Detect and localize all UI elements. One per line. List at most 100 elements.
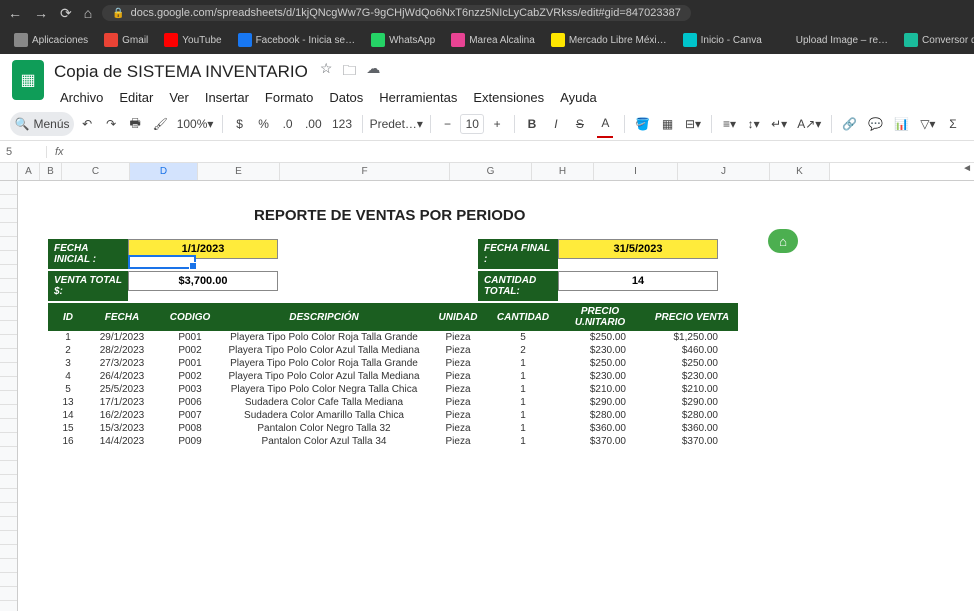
- bookmark-item[interactable]: YouTube: [158, 30, 227, 50]
- col-header-F[interactable]: F: [280, 163, 450, 180]
- val-fecha-final[interactable]: 31/5/2023: [558, 239, 718, 259]
- sheets-logo-icon[interactable]: ▦: [12, 60, 44, 100]
- url-bar[interactable]: 🔒 docs.google.com/spreadsheets/d/1kjQNcg…: [102, 5, 691, 21]
- row-header[interactable]: [0, 293, 17, 307]
- bold-icon[interactable]: B: [521, 112, 543, 136]
- col-header-D[interactable]: D: [130, 163, 198, 180]
- table-row[interactable]: 327/3/2023P001Playera Tipo Polo Color Ro…: [48, 357, 738, 370]
- format-123-icon[interactable]: 123: [328, 112, 356, 136]
- row-header[interactable]: [0, 405, 17, 419]
- row-header[interactable]: [0, 461, 17, 475]
- undo-icon[interactable]: ↶: [76, 112, 98, 136]
- menu-ayuda[interactable]: Ayuda: [554, 87, 603, 108]
- reload-icon[interactable]: ⟳: [60, 5, 72, 22]
- row-header[interactable]: [0, 377, 17, 391]
- halign-icon[interactable]: ≡▾: [718, 112, 740, 136]
- row-header[interactable]: [0, 489, 17, 503]
- bookmark-item[interactable]: Gmail: [98, 30, 154, 50]
- row-header[interactable]: [0, 391, 17, 405]
- col-header-G[interactable]: G: [450, 163, 532, 180]
- row-header[interactable]: [0, 447, 17, 461]
- col-header-I[interactable]: I: [594, 163, 678, 180]
- print-icon[interactable]: 🖶: [124, 112, 146, 136]
- menu-editar[interactable]: Editar: [113, 87, 159, 108]
- strike-icon[interactable]: S: [569, 112, 591, 136]
- table-row[interactable]: 1515/3/2023P008Pantalon Color Negro Tall…: [48, 422, 738, 435]
- table-row[interactable]: 525/5/2023P003Playera Tipo Polo Color Ne…: [48, 383, 738, 396]
- row-header[interactable]: [0, 363, 17, 377]
- dec-decrease-icon[interactable]: .0: [277, 112, 299, 136]
- row-header[interactable]: [0, 503, 17, 517]
- row-header[interactable]: [0, 181, 17, 195]
- table-row[interactable]: 1317/1/2023P006Sudadera Color Cafe Talla…: [48, 396, 738, 409]
- col-header-A[interactable]: A: [18, 163, 40, 180]
- row-header[interactable]: [0, 559, 17, 573]
- redo-icon[interactable]: ↷: [100, 112, 122, 136]
- row-header[interactable]: [0, 237, 17, 251]
- comment-icon[interactable]: 💬: [864, 112, 888, 136]
- row-header[interactable]: [0, 195, 17, 209]
- forward-icon[interactable]: →: [34, 5, 48, 22]
- font-dec-icon[interactable]: −: [436, 112, 458, 136]
- link-icon[interactable]: 🔗: [838, 112, 862, 136]
- row-header[interactable]: [0, 545, 17, 559]
- fill-color-icon[interactable]: 🪣: [631, 112, 655, 136]
- sigma-icon[interactable]: Σ: [942, 112, 964, 136]
- font-select[interactable]: Predet… ▾: [369, 112, 424, 136]
- back-icon[interactable]: ←: [8, 5, 22, 22]
- merge-icon[interactable]: ⊟▾: [681, 112, 706, 136]
- scroll-right-icon[interactable]: ◄: [962, 163, 972, 174]
- row-header[interactable]: [0, 209, 17, 223]
- valign-icon[interactable]: ↕▾: [743, 112, 765, 136]
- bookmark-item[interactable]: Upload Image – re…: [772, 30, 894, 50]
- table-row[interactable]: 1614/4/2023P009Pantalon Color Azul Talla…: [48, 435, 738, 448]
- bookmark-item[interactable]: WhatsApp: [365, 30, 441, 50]
- chart-icon[interactable]: 📊: [890, 112, 914, 136]
- table-row[interactable]: 426/4/2023P002Playera Tipo Polo Color Az…: [48, 370, 738, 383]
- row-header[interactable]: [0, 475, 17, 489]
- bookmark-item[interactable]: Inicio - Canva: [677, 30, 768, 50]
- cloud-icon[interactable]: ☁: [366, 60, 380, 84]
- italic-icon[interactable]: I: [545, 112, 567, 136]
- sheet[interactable]: REPORTE DE VENTAS POR PERIODO FECHA INIC…: [18, 181, 974, 611]
- dec-increase-icon[interactable]: .00: [301, 112, 326, 136]
- bookmark-item[interactable]: Mercado Libre Méxi…: [545, 30, 673, 50]
- row-header[interactable]: [0, 517, 17, 531]
- row-header[interactable]: [0, 307, 17, 321]
- row-header[interactable]: [0, 433, 17, 447]
- row-header[interactable]: [0, 321, 17, 335]
- text-color-icon[interactable]: A: [593, 112, 618, 136]
- bookmark-item[interactable]: Aplicaciones: [8, 30, 94, 50]
- menu-insertar[interactable]: Insertar: [199, 87, 255, 108]
- row-header[interactable]: [0, 349, 17, 363]
- row-header[interactable]: [0, 531, 17, 545]
- rotate-icon[interactable]: A↗▾: [794, 112, 825, 136]
- selected-cell[interactable]: [128, 255, 196, 269]
- borders-icon[interactable]: ▦: [657, 112, 679, 136]
- search-menus[interactable]: 🔍 Menús: [10, 112, 74, 136]
- table-row[interactable]: 129/1/2023P001Playera Tipo Polo Color Ro…: [48, 331, 738, 344]
- bookmark-item[interactable]: Marea Alcalina: [445, 30, 541, 50]
- menu-formato[interactable]: Formato: [259, 87, 319, 108]
- home-button[interactable]: ⌂: [768, 229, 798, 253]
- menu-archivo[interactable]: Archivo: [54, 87, 109, 108]
- table-row[interactable]: 1416/2/2023P007Sudadera Color Amarillo T…: [48, 409, 738, 422]
- col-header-H[interactable]: H: [532, 163, 594, 180]
- doc-title[interactable]: Copia de SISTEMA INVENTARIO: [54, 62, 308, 82]
- grid[interactable]: REPORTE DE VENTAS POR PERIODO FECHA INIC…: [0, 181, 974, 611]
- currency-icon[interactable]: $: [229, 112, 251, 136]
- row-header[interactable]: [0, 251, 17, 265]
- move-icon[interactable]: 🗀: [342, 60, 356, 84]
- row-header[interactable]: [0, 335, 17, 349]
- row-header[interactable]: [0, 223, 17, 237]
- row-header[interactable]: [0, 573, 17, 587]
- row-header[interactable]: [0, 419, 17, 433]
- font-size-input[interactable]: 10: [460, 114, 484, 134]
- bookmark-item[interactable]: Facebook - Inicia se…: [232, 30, 362, 50]
- col-header-E[interactable]: E: [198, 163, 280, 180]
- wrap-icon[interactable]: ↵▾: [767, 112, 792, 136]
- row-header[interactable]: [0, 279, 17, 293]
- menu-extensiones[interactable]: Extensiones: [467, 87, 550, 108]
- menu-ver[interactable]: Ver: [163, 87, 195, 108]
- filter-icon[interactable]: ▽▾: [916, 112, 940, 136]
